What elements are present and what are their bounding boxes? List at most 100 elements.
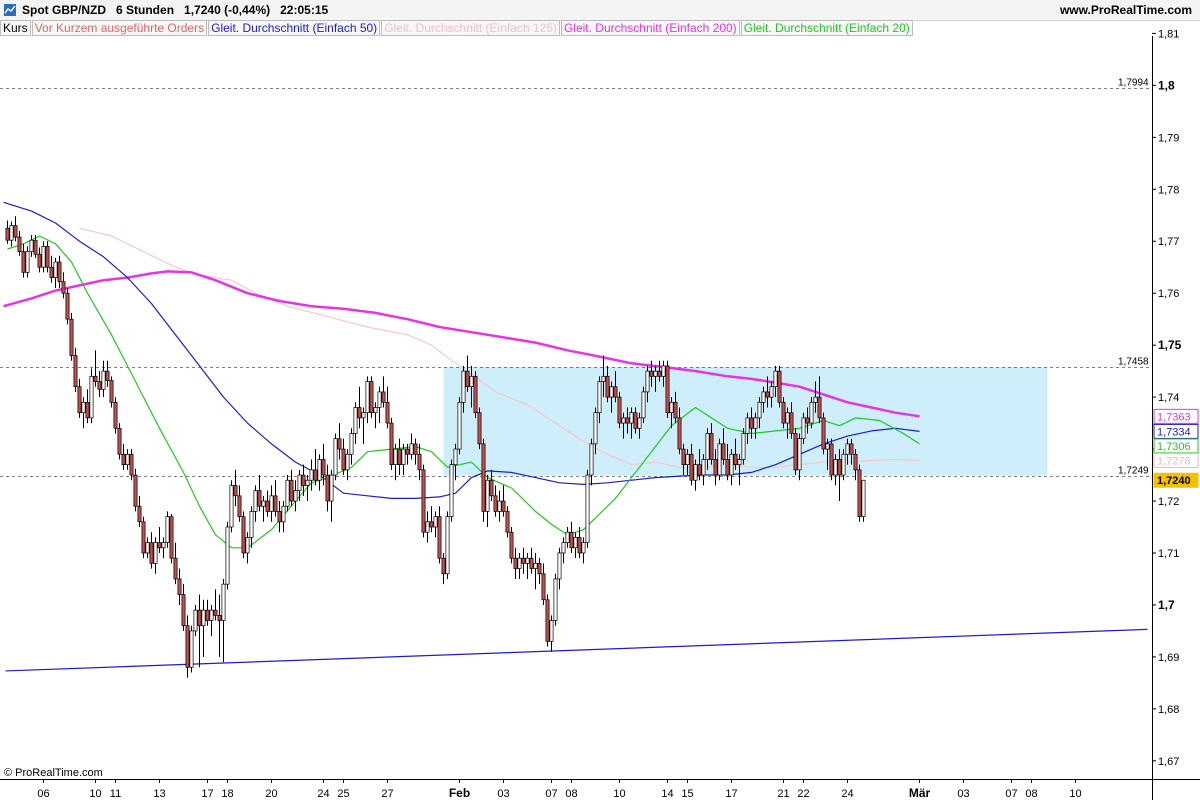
candle-body xyxy=(265,500,270,512)
candle xyxy=(433,511,438,538)
x-tick-label: 27 xyxy=(381,788,393,800)
candle-body xyxy=(505,511,510,533)
candle xyxy=(185,615,190,678)
candle-body xyxy=(829,443,834,476)
legend-item[interactable]: Gleit. Durchschnitt (Einfach 125) xyxy=(381,20,560,36)
candle-body xyxy=(33,239,38,255)
candle-body xyxy=(417,453,422,471)
x-tick-label: 22 xyxy=(797,788,809,800)
candle xyxy=(533,552,538,590)
candle xyxy=(477,407,482,450)
candle-body xyxy=(301,474,306,486)
candle xyxy=(357,386,362,429)
candle xyxy=(261,495,266,522)
price-tag: 1,7240 xyxy=(1153,472,1199,488)
level-label: 1,7249 xyxy=(1118,466,1149,477)
y-tick-label: 1,78 xyxy=(1158,184,1179,196)
x-tick-label: 10 xyxy=(613,788,625,800)
candle-body xyxy=(553,578,558,621)
candle-body xyxy=(157,542,162,549)
candle-body xyxy=(725,459,730,476)
candle-body xyxy=(297,474,302,491)
candle xyxy=(189,625,194,673)
candle xyxy=(53,257,58,288)
x-tick-label: 25 xyxy=(337,788,349,800)
candle-body xyxy=(369,381,374,414)
candle xyxy=(441,552,446,585)
candle-body xyxy=(625,417,630,424)
candle xyxy=(21,243,26,278)
candle-body xyxy=(437,516,442,559)
legend-item[interactable]: Vor Kurzem ausgeführte Orders xyxy=(31,20,208,36)
y-tick-label: 1,7 xyxy=(1158,598,1175,612)
candle xyxy=(525,552,530,579)
candle-body xyxy=(97,381,102,390)
candle xyxy=(17,230,22,256)
candle-body xyxy=(161,542,166,549)
x-tick-label: 07 xyxy=(545,788,557,800)
price-chart[interactable]: 1,7994 1,7458 1,7249 1,81 1,8 1,79 1,78 1,77 1,… xyxy=(0,0,1200,800)
candle xyxy=(225,521,230,590)
legend-item[interactable]: Kurs xyxy=(0,20,31,36)
legend-item[interactable]: Gleit. Durchschnitt (Einfach 50) xyxy=(208,20,381,36)
x-tick-label: 24 xyxy=(841,788,853,800)
candle-body xyxy=(533,563,538,569)
candle-body xyxy=(477,412,482,445)
candle-body xyxy=(465,370,470,388)
candle xyxy=(241,511,246,559)
candle xyxy=(553,573,558,626)
site-url[interactable]: www.ProRealTime.com xyxy=(1060,0,1192,20)
level-label: 1,7458 xyxy=(1118,357,1149,368)
candle-body xyxy=(657,370,662,377)
candle-body xyxy=(385,401,390,424)
candle-body xyxy=(641,391,646,419)
legend-item[interactable]: Gleit. Durchschnitt (Einfach 200) xyxy=(560,20,740,36)
candle-body xyxy=(653,370,658,377)
candle-body xyxy=(593,412,598,445)
candle xyxy=(313,449,318,486)
candle-body xyxy=(425,521,430,533)
candle-body xyxy=(805,417,810,424)
x-tick-label: Mär xyxy=(909,786,931,800)
candle-body xyxy=(753,417,758,429)
candle xyxy=(589,438,594,486)
candle xyxy=(229,480,234,533)
candle xyxy=(277,501,282,533)
candle xyxy=(617,391,622,429)
candle-body xyxy=(557,552,562,580)
legend-item[interactable]: Gleit. Durchschnitt (Einfach 20) xyxy=(740,20,913,36)
price-tag: 1,7278 xyxy=(1153,452,1199,468)
candle-body xyxy=(501,500,506,512)
candle xyxy=(349,428,354,465)
candle-body xyxy=(57,261,62,283)
candle-body xyxy=(393,448,398,466)
y-tick-label: 1,67 xyxy=(1158,756,1179,768)
candle-body xyxy=(253,490,258,512)
candle xyxy=(581,537,586,564)
candle-body xyxy=(217,614,222,621)
candle-body xyxy=(413,443,418,455)
candle xyxy=(369,376,374,418)
candle-body xyxy=(685,453,690,466)
candle xyxy=(665,360,670,418)
timeframe: 6 Stunden xyxy=(116,3,175,17)
candle-body xyxy=(537,563,542,575)
candle xyxy=(425,511,430,543)
price-tag-text: 1,7240 xyxy=(1157,475,1191,487)
candle-body xyxy=(669,401,674,414)
candle-body xyxy=(165,516,170,543)
candle xyxy=(449,459,454,522)
candle xyxy=(641,386,646,424)
candle-body xyxy=(789,412,794,434)
candle xyxy=(85,389,90,424)
candle xyxy=(161,537,166,559)
candle xyxy=(413,438,418,465)
candle xyxy=(49,255,54,283)
candle-body xyxy=(177,578,182,595)
candle-body xyxy=(329,474,334,502)
candle xyxy=(281,501,286,533)
candle-body xyxy=(717,443,722,476)
candle-body xyxy=(833,459,838,476)
candle-body xyxy=(745,417,750,434)
candle-body xyxy=(389,422,394,466)
